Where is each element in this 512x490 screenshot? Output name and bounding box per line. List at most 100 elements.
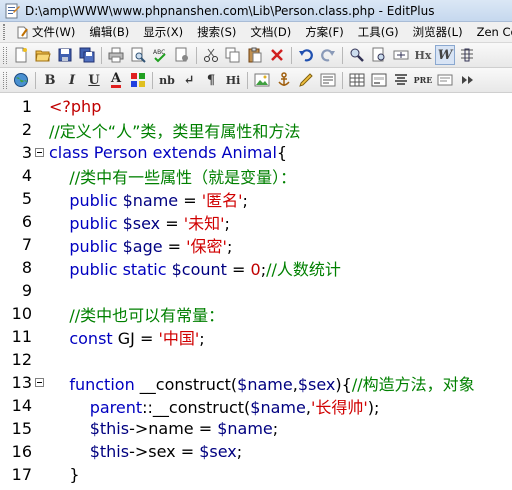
toolbar-separator	[101, 46, 102, 64]
code-token: ;	[224, 213, 230, 233]
toolbar-grip[interactable]	[3, 71, 7, 89]
toolbar-separator	[342, 71, 343, 89]
code-line[interactable]: 17 }	[0, 463, 512, 486]
code-line[interactable]: 13 function __construct($name,$sex){//构造…	[0, 371, 512, 394]
edit-pencil-icon[interactable]	[296, 70, 316, 90]
pre-icon[interactable]: PRE	[413, 70, 433, 90]
code-line[interactable]: 6 public $sex = '未知';	[0, 210, 512, 233]
hex-icon[interactable]: Hx	[413, 45, 433, 65]
code-token: '未知'	[183, 213, 225, 233]
code-line[interactable]: 12	[0, 348, 512, 371]
menu-view[interactable]: 显示(X)	[136, 22, 190, 42]
code-token: public	[69, 213, 123, 233]
copy-icon[interactable]	[223, 45, 243, 65]
document-settings-icon[interactable]	[172, 45, 192, 65]
form-icon[interactable]	[369, 70, 389, 90]
code-line[interactable]: 7 public $age = '保密';	[0, 233, 512, 256]
file-menu-icon	[17, 26, 28, 38]
quote-icon[interactable]	[318, 70, 338, 90]
code-line[interactable]: 11 const GJ = '中国';	[0, 325, 512, 348]
code-token: GJ =	[117, 328, 159, 348]
code-line[interactable]: 4 //类中有一些属性（就是变量）：	[0, 164, 512, 187]
menu-tools[interactable]: 工具(G)	[351, 22, 406, 42]
browser-icon[interactable]	[11, 70, 31, 90]
font-color-icon[interactable]: A	[106, 70, 126, 90]
menu-zen-coding[interactable]: Zen Co	[470, 22, 512, 42]
toolbar-grip[interactable]	[3, 46, 7, 64]
menu-browser[interactable]: 浏览器(L)	[406, 22, 470, 42]
code-line[interactable]: 16 $this->sex = $sex;	[0, 440, 512, 463]
code-line[interactable]: 1 <?php	[0, 95, 512, 118]
color-picker-icon[interactable]	[128, 70, 148, 90]
redo-icon[interactable]	[318, 45, 338, 65]
code-text: }	[46, 465, 79, 484]
menu-document[interactable]: 文档(D)	[243, 22, 298, 42]
underline-icon[interactable]: U	[84, 70, 104, 90]
title-bar[interactable]: D:\amp\WWW\www.phpnanshen.com\Lib\Person…	[0, 0, 512, 22]
menu-search[interactable]: 搜索(S)	[190, 22, 243, 42]
code-line[interactable]: 2 //定义个“人”类，类里有属性和方法	[0, 118, 512, 141]
heading-icon[interactable]: Hi	[223, 70, 243, 90]
table-icon[interactable]	[347, 70, 367, 90]
code-line[interactable]: 14 parent::__construct($name,'长得帅');	[0, 394, 512, 417]
center-icon[interactable]	[391, 70, 411, 90]
print-preview-icon[interactable]	[128, 45, 148, 65]
menu-browser-label: 浏览器(L)	[412, 25, 463, 39]
spell-check-icon[interactable]: ABC	[150, 45, 170, 65]
new-file-icon[interactable]	[11, 45, 31, 65]
code-editor[interactable]: 1 <?php 2 //定义个“人”类，类里有属性和方法 3 class Person e…	[0, 94, 512, 490]
html-comment-icon[interactable]	[435, 70, 455, 90]
nbsp-icon[interactable]: nb	[157, 70, 177, 90]
fold-toggle[interactable]	[32, 141, 46, 164]
code-line[interactable]: 15 $this->name = $name;	[0, 417, 512, 440]
line-break-label: ↵	[183, 72, 195, 88]
more-icon[interactable]	[457, 70, 477, 90]
save-all-icon[interactable]	[77, 45, 97, 65]
line-number: 6	[21, 212, 32, 231]
menu-grip[interactable]	[3, 24, 5, 40]
save-icon[interactable]	[55, 45, 75, 65]
code-token: $name	[217, 419, 273, 438]
code-token: public static	[69, 259, 172, 279]
code-line[interactable]: 5 public $name = '匿名';	[0, 187, 512, 210]
collapse-icon[interactable]	[34, 378, 44, 387]
code-token: public	[69, 236, 123, 256]
code-text: function __construct($name,$sex){//构造方法，…	[46, 371, 474, 395]
word-wrap-icon[interactable]: W	[435, 45, 455, 65]
code-token: $name	[122, 190, 179, 210]
collapse-icon[interactable]	[34, 148, 44, 157]
code-token: //类中也可以有常量：	[69, 305, 225, 325]
menu-file[interactable]: 文件(W)	[9, 22, 82, 42]
code-line[interactable]: 8 public static $count = 0;//人数统计	[0, 256, 512, 279]
replace-icon[interactable]	[369, 45, 389, 65]
column-select-icon[interactable]	[457, 45, 477, 65]
open-file-icon[interactable]	[33, 45, 53, 65]
zoom-icon[interactable]	[391, 45, 411, 65]
code-token: __construct(	[139, 374, 238, 394]
code-line[interactable]: 9	[0, 279, 512, 302]
find-icon[interactable]	[347, 45, 367, 65]
italic-icon[interactable]: I	[62, 70, 82, 90]
menu-project[interactable]: 方案(F)	[298, 22, 351, 42]
anchor-icon[interactable]	[274, 70, 294, 90]
code-line[interactable]: 10 //类中也可以有常量：	[0, 302, 512, 325]
line-break-icon[interactable]: ↵	[179, 70, 199, 90]
print-icon[interactable]	[106, 45, 126, 65]
fold-toggle[interactable]	[32, 371, 46, 394]
bold-icon[interactable]: B	[40, 70, 60, 90]
paragraph-icon[interactable]: ¶	[201, 70, 221, 90]
code-text: //类中有一些属性（就是变量）：	[46, 164, 296, 188]
code-line[interactable]: 3 class Person extends Animal{	[0, 141, 512, 164]
editplus-app-icon	[5, 3, 20, 18]
paste-icon[interactable]	[245, 45, 265, 65]
nbsp-label: nb	[159, 73, 175, 87]
image-icon[interactable]	[252, 70, 272, 90]
cut-icon[interactable]	[201, 45, 221, 65]
undo-icon[interactable]	[296, 45, 316, 65]
code-token: ;	[242, 190, 248, 210]
menu-edit[interactable]: 编辑(B)	[82, 22, 136, 42]
delete-icon[interactable]	[267, 45, 287, 65]
